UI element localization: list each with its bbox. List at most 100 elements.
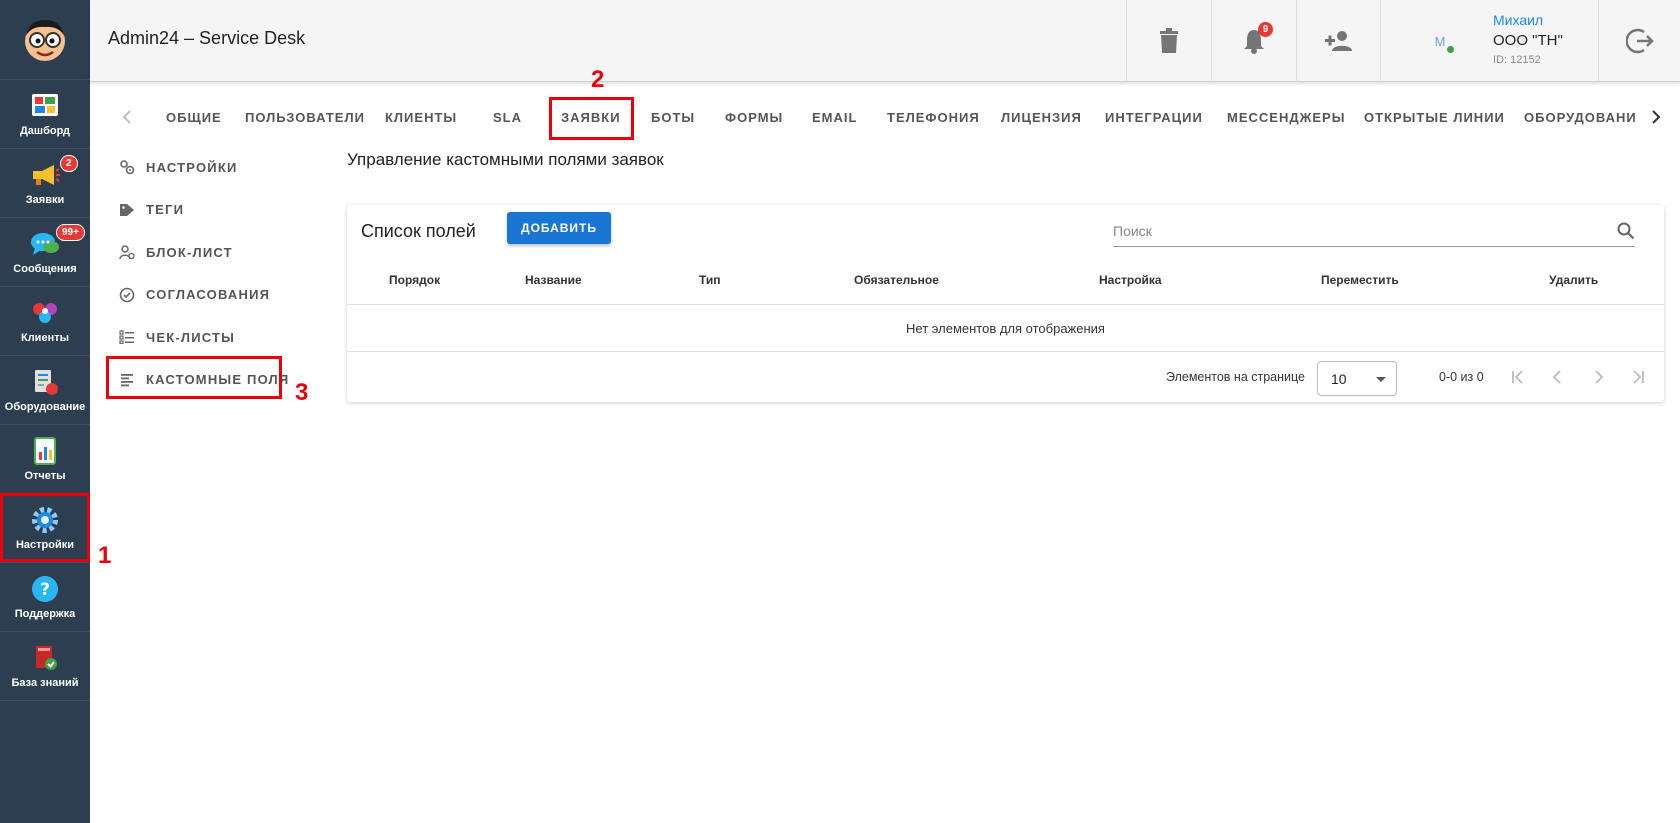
page-title: Управление кастомными полями заявок: [347, 150, 664, 169]
side-item-tags[interactable]: ТЕГИ: [110, 189, 290, 232]
sidebar-item-clients[interactable]: Клиенты: [0, 287, 90, 356]
search-icon[interactable]: [1617, 222, 1635, 245]
tab-clients[interactable]: КЛИЕНТЫ: [385, 98, 457, 136]
column-move: Переместить: [1321, 273, 1399, 287]
card-title: Список полей: [361, 221, 476, 241]
tabs-scroll-right[interactable]: [1644, 98, 1668, 136]
logout-icon: [1625, 28, 1654, 54]
last-page-icon: [1633, 370, 1644, 384]
add-field-button[interactable]: ДОБАВИТЬ: [507, 212, 611, 244]
help-icon: ?: [30, 574, 60, 604]
column-name[interactable]: Название: [525, 273, 582, 287]
rows-per-page-label: Элементов на странице: [1166, 370, 1305, 384]
trash-button[interactable]: [1126, 0, 1211, 82]
checklist-icon: [116, 329, 138, 345]
chevron-right-icon: [1652, 110, 1661, 124]
empty-table-message: Нет элементов для отображения: [347, 305, 1664, 352]
first-page-icon: [1512, 370, 1523, 384]
user-profile[interactable]: M Михаил ООО "ТН" ID: 12152: [1380, 0, 1598, 82]
tab-messengers[interactable]: МЕССЕНДЖЕРЫ: [1227, 98, 1345, 136]
search-field: [1113, 217, 1635, 247]
app-logo[interactable]: [0, 0, 90, 80]
tab-users[interactable]: ПОЛЬЗОВАТЕЛИ: [245, 98, 365, 136]
column-required[interactable]: Обязательное: [854, 273, 939, 287]
side-item-checklists[interactable]: ЧЕК-ЛИСТЫ: [110, 316, 290, 359]
next-page-button[interactable]: [1585, 364, 1611, 390]
logout-button[interactable]: [1598, 0, 1680, 82]
add-user-icon: [1325, 31, 1352, 51]
sidebar-item-label: Дашборд: [19, 125, 71, 137]
column-settings: Настройка: [1099, 273, 1162, 287]
equipment-icon: [30, 367, 60, 397]
tab-sla[interactable]: SLA: [493, 98, 522, 136]
tab-integrations[interactable]: ИНТЕГРАЦИИ: [1105, 98, 1203, 136]
sidebar-item-support[interactable]: ? Поддержка: [0, 563, 90, 632]
side-item-block-list[interactable]: БЛОК-ЛИСТ: [110, 231, 290, 274]
requests-count-badge: 2: [60, 155, 78, 172]
online-status-dot: [1447, 46, 1454, 53]
table-pagination: Элементов на странице 10 0-0 из 0: [347, 352, 1664, 402]
sidebar-item-label: Заявки: [25, 194, 65, 206]
tabs-scroll-left[interactable]: [115, 98, 139, 136]
chevron-left-icon: [1552, 370, 1561, 384]
chevron-down-icon: [1376, 377, 1386, 382]
annotation-number-2: 2: [591, 66, 605, 93]
gears-icon: [116, 159, 138, 175]
svg-text:?: ?: [40, 580, 50, 600]
notifications-badge: 9: [1258, 22, 1273, 37]
tab-forms[interactable]: ФОРМЫ: [725, 98, 783, 136]
settings-tabs: ОБЩИЕ ПОЛЬЗОВАТЕЛИ КЛИЕНТЫ SLA ЗАЯВКИ БО…: [110, 98, 1670, 136]
notifications-button[interactable]: 9: [1211, 0, 1296, 82]
side-item-approvals[interactable]: СОГЛАСОВАНИЯ: [110, 274, 290, 317]
column-type[interactable]: Тип: [699, 273, 721, 287]
first-page-button[interactable]: [1505, 364, 1531, 390]
prev-page-button[interactable]: [1545, 364, 1571, 390]
check-circle-icon: [116, 287, 138, 303]
user-organization: ООО "ТН": [1493, 32, 1563, 49]
sidebar-item-requests[interactable]: Заявки 2: [0, 149, 90, 218]
tab-telephony[interactable]: ТЕЛЕФОНИЯ: [887, 98, 980, 136]
column-order[interactable]: Порядок: [389, 273, 440, 287]
sidebar-item-label: Клиенты: [20, 332, 69, 344]
dashboard-icon: [30, 91, 60, 121]
annotation-box-settings: [0, 493, 90, 562]
sidebar-item-dashboard[interactable]: Дашборд: [0, 80, 90, 149]
tab-license[interactable]: ЛИЦЕНЗИЯ: [1001, 98, 1082, 136]
app-title: Admin24 – Service Desk: [108, 28, 306, 48]
sidebar-item-equipment[interactable]: Оборудование: [0, 356, 90, 425]
sidebar-item-label: Сообщения: [13, 263, 77, 275]
column-delete: Удалить: [1549, 273, 1599, 287]
sidebar-item-label: Отчеты: [24, 470, 66, 482]
rows-per-page-select[interactable]: 10: [1317, 361, 1397, 396]
user-id: ID: 12152: [1493, 54, 1541, 66]
left-sidebar: Дашборд Заявки 2 Сообщения 99+ Клиенты О…: [0, 0, 90, 823]
megaphone-icon: [30, 160, 60, 190]
chevron-left-icon: [122, 110, 131, 124]
last-page-button[interactable]: [1625, 364, 1651, 390]
annotation-box-requests-tab: [549, 97, 634, 140]
search-input[interactable]: [1113, 223, 1593, 239]
user-name: Михаил: [1493, 12, 1544, 28]
sidebar-item-label: Поддержка: [14, 608, 76, 620]
clients-icon: [30, 298, 60, 328]
side-item-settings[interactable]: НАСТРОЙКИ: [110, 146, 290, 189]
tab-equipment[interactable]: ОБОРУДОВАНИЕ: [1524, 98, 1636, 136]
tag-icon: [116, 202, 138, 218]
chevron-right-icon: [1595, 370, 1604, 384]
tab-email[interactable]: EMAIL: [812, 98, 857, 136]
user-block-icon: [116, 244, 138, 260]
sidebar-item-knowledge-base[interactable]: База знаний: [0, 632, 90, 701]
sidebar-item-label: Оборудование: [4, 401, 86, 413]
top-header: Admin24 – Service Desk 9 M Михаил ООО "Т…: [90, 0, 1680, 82]
tab-bots[interactable]: БОТЫ: [651, 98, 695, 136]
add-user-button[interactable]: [1296, 0, 1381, 82]
messages-count-badge: 99+: [56, 224, 85, 241]
trash-icon: [1160, 28, 1178, 53]
tab-open-lines[interactable]: ОТКРЫТЫЕ ЛИНИИ: [1364, 98, 1505, 136]
sidebar-item-reports[interactable]: Отчеты: [0, 425, 90, 494]
sidebar-item-messages[interactable]: Сообщения 99+: [0, 218, 90, 287]
annotation-number-3: 3: [295, 379, 309, 406]
tab-general[interactable]: ОБЩИЕ: [166, 98, 222, 136]
book-icon: [30, 643, 60, 673]
table-header: Порядок Название Тип Обязательное Настро…: [347, 255, 1664, 305]
